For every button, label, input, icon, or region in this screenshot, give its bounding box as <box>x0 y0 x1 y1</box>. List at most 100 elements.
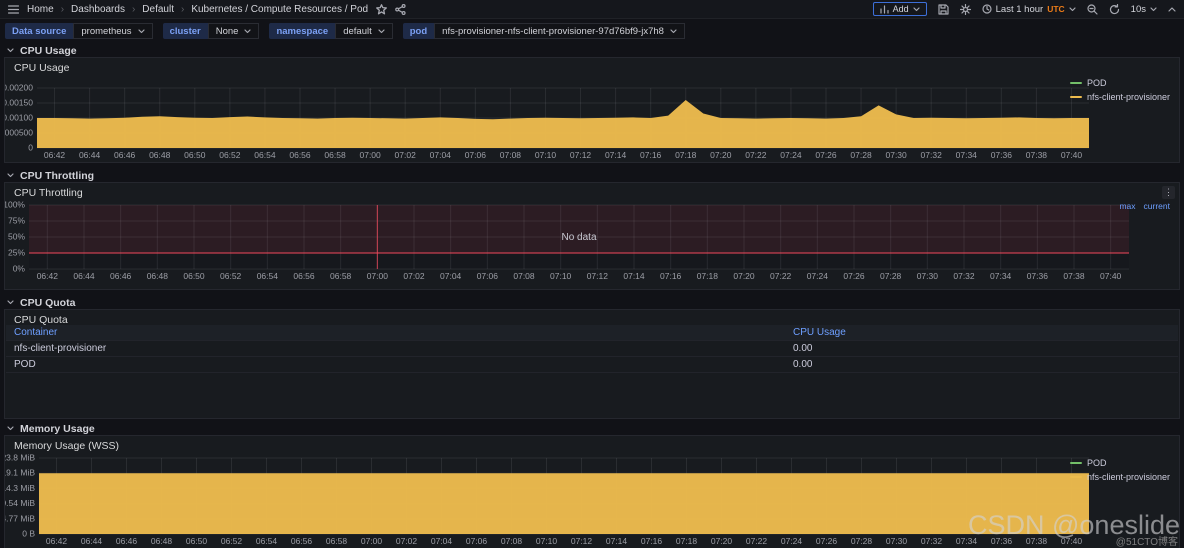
svg-text:06:50: 06:50 <box>186 536 208 546</box>
row-header-cpu-quota[interactable]: CPU Quota <box>7 296 75 309</box>
refresh-interval-select[interactable]: 10s <box>1131 4 1157 15</box>
panel-title[interactable]: Memory Usage (WSS) <box>14 440 119 452</box>
svg-text:0%: 0% <box>13 264 26 274</box>
top-navigation: Home Dashboards Default Kubernetes / Com… <box>0 0 1184 19</box>
svg-text:0.000500: 0.000500 <box>5 128 33 138</box>
svg-text:07:02: 07:02 <box>396 536 418 546</box>
svg-text:07:14: 07:14 <box>606 536 628 546</box>
breadcrumb-dashboards[interactable]: Dashboards <box>61 4 125 15</box>
panel-title[interactable]: CPU Usage <box>14 62 69 74</box>
time-range-picker[interactable]: Last 1 hour UTC <box>982 4 1076 15</box>
svg-text:06:56: 06:56 <box>293 271 315 281</box>
panel-menu-icon[interactable]: ⋮ <box>1162 186 1175 199</box>
svg-text:0 B: 0 B <box>22 529 35 539</box>
row-header-memory-usage[interactable]: Memory Usage <box>7 422 95 435</box>
svg-text:06:58: 06:58 <box>324 150 346 160</box>
svg-text:07:06: 07:06 <box>465 150 487 160</box>
favorite-star-icon[interactable] <box>376 4 387 15</box>
cpu-throttling-chart[interactable]: 100%75%50%25%0%06:4206:4406:4606:4806:50… <box>5 183 1179 289</box>
svg-text:06:44: 06:44 <box>81 536 103 546</box>
svg-text:06:58: 06:58 <box>326 536 348 546</box>
variable-namespace-value[interactable]: default <box>335 23 393 39</box>
svg-text:07:30: 07:30 <box>885 150 907 160</box>
svg-text:06:54: 06:54 <box>254 150 276 160</box>
svg-text:07:26: 07:26 <box>816 536 838 546</box>
svg-text:07:30: 07:30 <box>917 271 939 281</box>
svg-text:07:20: 07:20 <box>711 536 733 546</box>
chevron-down-icon <box>244 29 251 34</box>
breadcrumb-current-dashboard[interactable]: Kubernetes / Compute Resources / Pod <box>181 4 368 15</box>
svg-text:07:34: 07:34 <box>956 150 978 160</box>
legend-column-max[interactable]: max <box>1119 201 1135 211</box>
svg-text:9.54 MiB: 9.54 MiB <box>5 498 35 508</box>
svg-text:07:32: 07:32 <box>921 536 943 546</box>
svg-text:06:42: 06:42 <box>44 150 66 160</box>
legend-item-nfs-client-provisioner[interactable]: nfs-client-provisioner <box>1070 472 1170 482</box>
cell-container-name: nfs-client-provisioner <box>6 343 793 354</box>
variable-namespace: namespace default <box>269 23 392 39</box>
row-header-cpu-throttling[interactable]: CPU Throttling <box>7 169 94 182</box>
breadcrumb-home[interactable]: Home <box>27 4 54 15</box>
dashboard-settings-icon[interactable] <box>960 4 971 15</box>
svg-text:0: 0 <box>28 143 33 153</box>
svg-text:0.00100: 0.00100 <box>5 113 33 123</box>
legend-item-pod[interactable]: POD <box>1070 458 1170 468</box>
svg-text:07:14: 07:14 <box>605 150 627 160</box>
legend-label: nfs-client-provisioner <box>1087 92 1170 102</box>
svg-text:06:56: 06:56 <box>291 536 313 546</box>
chevron-down-icon <box>1069 7 1076 12</box>
svg-text:07:08: 07:08 <box>513 271 535 281</box>
cpu-usage-legend: POD nfs-client-provisioner <box>1070 78 1170 102</box>
panel-title[interactable]: CPU Quota <box>14 314 68 326</box>
variable-datasource-selected: prometheus <box>81 26 131 37</box>
svg-text:06:42: 06:42 <box>46 536 68 546</box>
variable-datasource-value[interactable]: prometheus <box>73 23 152 39</box>
legend-item-nfs-client-provisioner[interactable]: nfs-client-provisioner <box>1070 92 1170 102</box>
nav-actions: Add Last 1 hour UTC <box>873 2 1176 16</box>
dashboard-variables: Data source prometheus cluster None name… <box>0 21 690 41</box>
zoom-out-icon[interactable] <box>1087 4 1098 15</box>
share-icon[interactable] <box>395 4 406 15</box>
legend-item-pod[interactable]: POD <box>1070 78 1170 88</box>
add-panel-icon <box>880 5 889 14</box>
svg-text:07:02: 07:02 <box>403 271 425 281</box>
svg-text:06:52: 06:52 <box>219 150 241 160</box>
breadcrumb-default[interactable]: Default <box>132 4 174 15</box>
svg-text:07:38: 07:38 <box>1026 150 1048 160</box>
menu-icon[interactable] <box>8 5 19 14</box>
save-dashboard-icon[interactable] <box>938 4 949 15</box>
svg-text:07:08: 07:08 <box>501 536 523 546</box>
svg-text:07:26: 07:26 <box>815 150 837 160</box>
svg-text:07:16: 07:16 <box>640 150 662 160</box>
variable-cluster-selected: None <box>216 26 239 37</box>
collapse-topbar-icon[interactable] <box>1168 7 1176 12</box>
svg-text:07:12: 07:12 <box>587 271 609 281</box>
svg-text:0.00150: 0.00150 <box>5 98 33 108</box>
table-row: POD 0.00 <box>6 357 1178 373</box>
svg-text:100%: 100% <box>5 200 25 210</box>
series-color-pod <box>1070 82 1082 84</box>
memory-usage-legend: POD nfs-client-provisioner <box>1070 458 1170 482</box>
svg-text:No data: No data <box>561 232 596 243</box>
refresh-icon[interactable] <box>1109 4 1120 15</box>
row-header-label: Memory Usage <box>20 423 95 435</box>
variable-datasource-label: Data source <box>5 23 73 39</box>
svg-text:07:12: 07:12 <box>571 536 593 546</box>
chevron-down-icon <box>138 29 145 34</box>
variable-cluster-value[interactable]: None <box>208 23 260 39</box>
svg-text:06:46: 06:46 <box>116 536 138 546</box>
svg-text:14.3 MiB: 14.3 MiB <box>5 483 35 493</box>
chevron-down-icon <box>1150 7 1157 12</box>
column-header-container[interactable]: Container <box>6 327 793 338</box>
variable-datasource: Data source prometheus <box>5 23 153 39</box>
panel-title[interactable]: CPU Throttling <box>14 187 83 199</box>
row-header-cpu-usage[interactable]: CPU Usage <box>7 44 77 57</box>
variable-cluster: cluster None <box>163 23 260 39</box>
variable-pod-value[interactable]: nfs-provisioner-nfs-client-provisioner-9… <box>434 23 685 39</box>
variable-pod: pod nfs-provisioner-nfs-client-provision… <box>403 23 685 39</box>
cpu-usage-chart[interactable]: 0.002000.001500.001000.000500006:4206:44… <box>5 58 1179 162</box>
svg-text:07:04: 07:04 <box>431 536 453 546</box>
legend-column-current[interactable]: current <box>1144 201 1170 211</box>
add-button[interactable]: Add <box>873 2 927 16</box>
column-header-cpu-usage[interactable]: CPU Usage <box>793 327 1178 338</box>
